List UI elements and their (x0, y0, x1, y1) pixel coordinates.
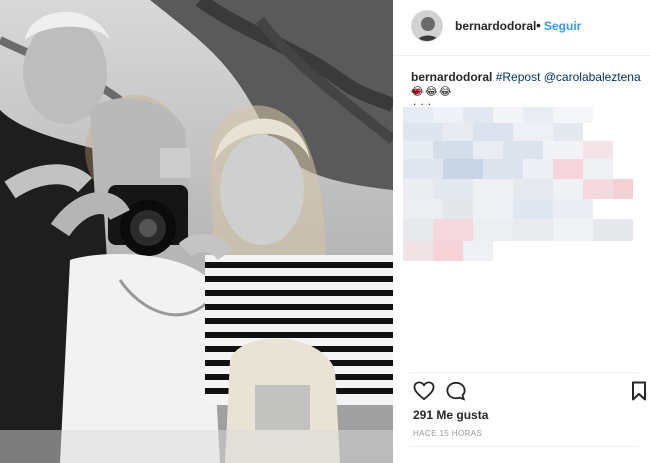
avatar-image (412, 11, 442, 41)
post-photo[interactable] (0, 0, 393, 463)
caption-username[interactable]: bernardodoral (411, 70, 492, 84)
header-separator: • (536, 17, 541, 33)
likes-count[interactable]: 291 Me gusta (413, 408, 488, 422)
caption-hashtag[interactable]: #Repost (496, 70, 541, 84)
avatar[interactable] (411, 10, 443, 42)
bookmark-icon[interactable] (631, 381, 647, 406)
pixelated-comments (403, 107, 633, 261)
post-panel: bernardodoral • Seguir bernardodoral #Re… (393, 0, 650, 463)
follow-button[interactable]: Seguir (544, 19, 581, 33)
caption-mention[interactable]: @carolabaleztena (544, 70, 641, 84)
like-button-graphic (413, 381, 435, 401)
comment-divider (409, 446, 639, 447)
actions-divider (409, 372, 639, 373)
save-button-graphic (632, 381, 646, 401)
photo-image (0, 0, 393, 463)
header-username[interactable]: bernardodoral (455, 19, 536, 33)
caption-ellipsis: ... (413, 94, 436, 108)
comment-bubble-icon[interactable] (445, 381, 467, 406)
heart-outline-icon[interactable] (413, 381, 435, 406)
post-header: bernardodoral • Seguir (393, 0, 650, 56)
comment-button-graphic (446, 381, 466, 401)
post-timestamp: HACE 15 HORAS (413, 429, 483, 438)
